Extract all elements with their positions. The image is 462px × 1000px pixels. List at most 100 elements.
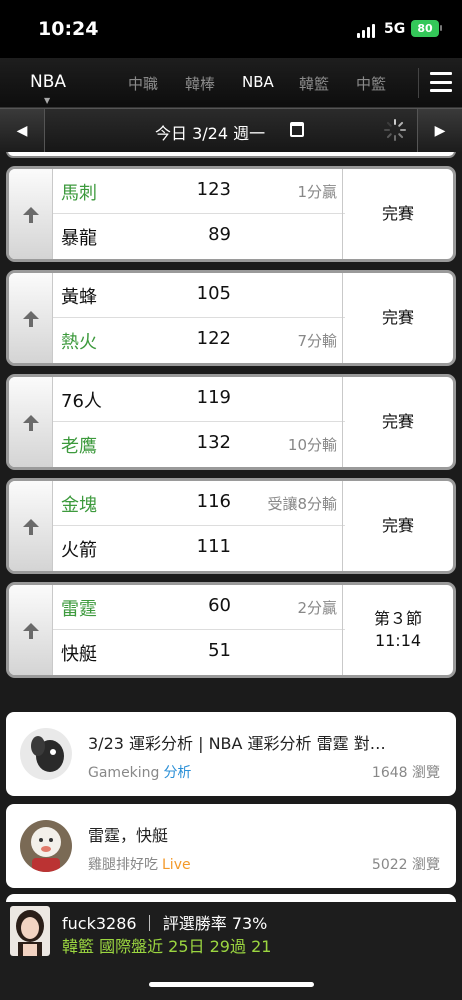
team-name: 快艇: [61, 644, 97, 665]
team-score: 119: [196, 387, 231, 408]
team-score: 122: [196, 328, 231, 349]
article-tag: Live: [162, 857, 191, 873]
prev-day-button[interactable]: ◀: [0, 109, 44, 153]
pin-up-icon: [21, 207, 41, 223]
game-card[interactable]: 76人 119 老鷹 132 10分輸 完賽: [6, 374, 456, 470]
team-row: 雷霆 60 2分贏: [53, 585, 345, 630]
game-card[interactable]: 馬刺 123 1分贏 暴龍 89 完賽: [6, 166, 456, 262]
team-row: 熱火 122 7分輸: [53, 318, 345, 363]
team-name: 黃蜂: [61, 287, 97, 308]
article-card[interactable]: 雷霆，快艇 雞腿排好吃 Live 5022 瀏覽: [6, 804, 456, 888]
loading-spinner-icon: [383, 118, 407, 142]
team-score: 116: [196, 491, 231, 512]
pin-up-icon: [21, 519, 41, 535]
divider: [418, 68, 419, 98]
home-indicator: [149, 982, 314, 987]
team-name: 熱火: [61, 332, 97, 353]
team-row: 老鷹 132 10分輸: [53, 422, 345, 467]
league-selector[interactable]: NBA: [30, 72, 66, 92]
article-tag: 分析: [163, 765, 192, 781]
tab-cpbl[interactable]: 中職: [128, 73, 185, 94]
pin-button[interactable]: [9, 377, 53, 467]
status-line1: 第３節: [373, 609, 422, 628]
game-status: 完賽: [342, 377, 453, 467]
article-meta: Gameking 分析: [88, 762, 191, 782]
team-row: 快艇 51: [53, 630, 345, 675]
team-score: 60: [208, 595, 231, 616]
pin-button[interactable]: [9, 481, 53, 571]
pin-up-icon: [21, 623, 41, 639]
article-views: 1648 瀏覽: [371, 765, 440, 781]
team-score: 123: [196, 179, 231, 200]
spread-result: 受讓8分輸: [267, 495, 337, 513]
tab-sbl[interactable]: 中籃: [356, 73, 413, 94]
calendar-icon: [290, 122, 304, 137]
tab-kbl[interactable]: 韓籃: [299, 73, 356, 94]
game-card[interactable]: 雷霆 60 2分贏 快艇 51 第３節 11:14: [6, 582, 456, 678]
status-bar: 10:24 5G 80: [0, 0, 462, 58]
team-row: 火箭 111: [53, 526, 345, 571]
article-meta: 雞腿排好吃 Live: [88, 854, 191, 874]
team-name: 馬刺: [61, 183, 97, 204]
status-time: 10:24: [38, 18, 99, 40]
article-views: 5022 瀏覽: [371, 857, 440, 873]
pin-up-icon: [21, 415, 41, 431]
pin-button[interactable]: [9, 585, 53, 675]
games-list: 馬刺 123 1分贏 暴龍 89 完賽 黃蜂 105 熱火 122 7分輸 完賽: [0, 152, 462, 692]
battery-icon: 80: [411, 20, 442, 37]
article-title: 雷霆，快艇: [88, 826, 169, 845]
date-label: 今日 3/24 週一: [155, 124, 266, 143]
team-name: 暴龍: [61, 228, 97, 249]
article-author: 雞腿排好吃: [88, 857, 158, 873]
team-row: 76人 119: [53, 377, 345, 422]
article-title: 3/23 運彩分析 | NBA 運彩分析 雷霆 對…: [88, 734, 386, 753]
game-status: 完賽: [342, 273, 453, 363]
team-row: 馬刺 123 1分贏: [53, 169, 345, 214]
game-status: 第３節 11:14: [342, 585, 453, 675]
team-name: 金塊: [61, 495, 97, 516]
pin-button[interactable]: [9, 273, 53, 363]
tab-nba[interactable]: NBA: [242, 73, 299, 94]
pin-up-icon: [21, 311, 41, 327]
author-avatar: [20, 728, 72, 780]
team-row: 金塊 116 受讓8分輸: [53, 481, 345, 526]
network-type: 5G: [384, 21, 406, 37]
game-status: 完賽: [342, 169, 453, 259]
team-score: 89: [208, 224, 231, 245]
team-name: 76人: [61, 391, 102, 412]
status-line1: 完賽: [381, 516, 414, 535]
expert-avatar: [10, 906, 50, 956]
article-card[interactable]: 3/23 運彩分析 | NBA 運彩分析 雷霆 對… Gameking 分析 16…: [6, 712, 456, 796]
article-author: Gameking: [88, 765, 160, 781]
team-name: 老鷹: [61, 436, 97, 457]
next-day-button[interactable]: ▶: [418, 109, 462, 153]
game-card[interactable]: 黃蜂 105 熱火 122 7分輸 完賽: [6, 270, 456, 366]
spread-result: 1分贏: [297, 183, 337, 201]
expert-summary: fuck3286 ｜ 評選勝率 73%: [62, 914, 268, 933]
team-score: 51: [208, 640, 231, 661]
pin-button[interactable]: [9, 169, 53, 259]
team-score: 111: [196, 536, 231, 557]
game-status: 完賽: [342, 481, 453, 571]
spread-result: 2分贏: [297, 599, 337, 617]
team-score: 105: [196, 283, 231, 304]
hamburger-menu-icon[interactable]: [430, 72, 452, 92]
league-tabs: 中職 韓棒 NBA 韓籃 中籃: [128, 73, 413, 94]
spread-result: 10分輸: [287, 436, 337, 454]
cellular-signal-icon: [357, 24, 375, 38]
game-card[interactable]: 金塊 116 受讓8分輸 火箭 111 完賽: [6, 478, 456, 574]
expert-record: 韓籃 國際盤近 25日 29過 21: [62, 937, 272, 956]
date-picker[interactable]: 今日 3/24 週一: [44, 109, 418, 153]
article-card-peek: [6, 894, 456, 902]
team-row: 暴龍 89: [53, 214, 345, 259]
team-row: 黃蜂 105: [53, 273, 345, 318]
status-line2: 11:14: [374, 631, 422, 650]
caret-down-icon: ▼: [44, 96, 51, 105]
team-name: 雷霆: [61, 599, 97, 620]
spread-result: 7分輸: [297, 332, 337, 350]
articles-list: 3/23 運彩分析 | NBA 運彩分析 雷霆 對… Gameking 分析 16…: [0, 692, 462, 902]
team-score: 132: [196, 432, 231, 453]
game-card-peek: [6, 152, 456, 158]
tab-kbo[interactable]: 韓棒: [185, 73, 242, 94]
team-name: 火箭: [61, 540, 97, 561]
